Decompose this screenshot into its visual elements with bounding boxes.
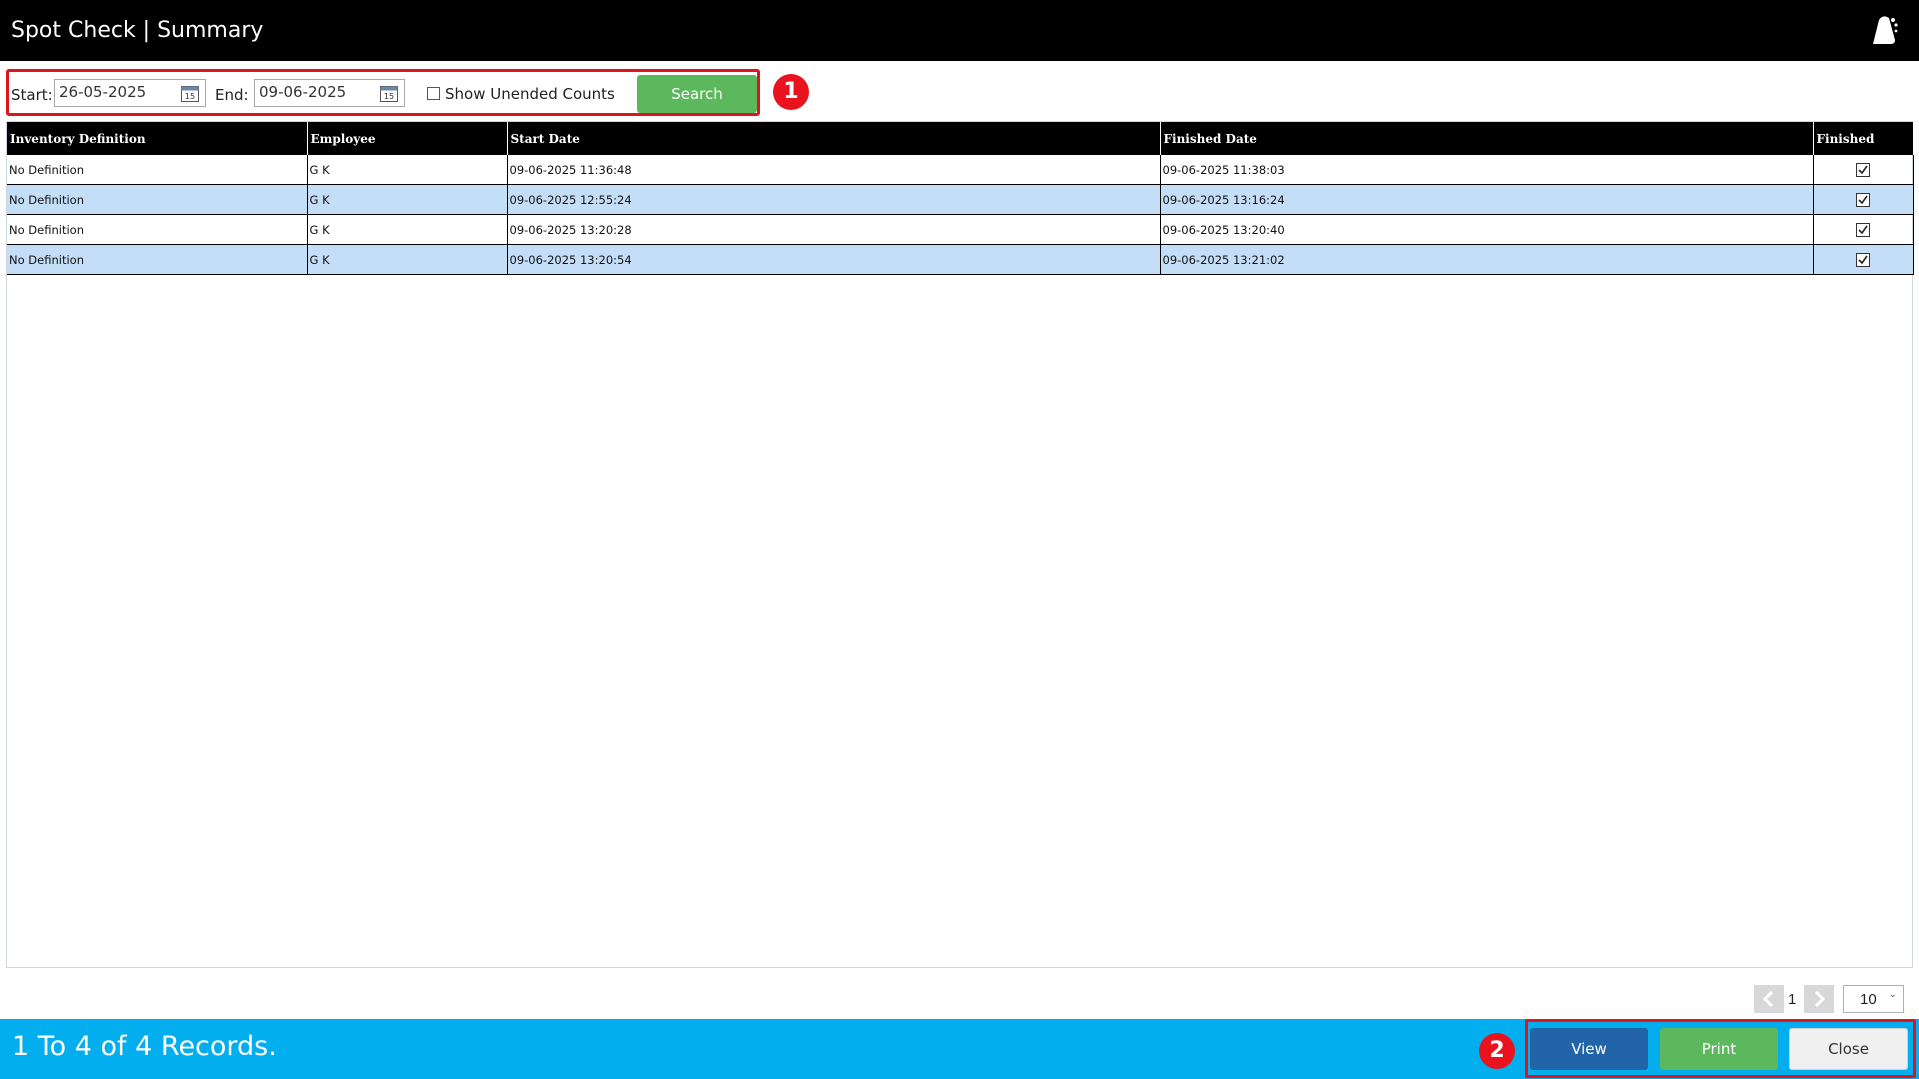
checkmark-icon	[1858, 225, 1868, 234]
cell-start-date: 09-06-2025 12:55:24	[507, 184, 1161, 215]
checkmark-icon	[1858, 165, 1868, 174]
finished-checkbox[interactable]	[1856, 252, 1870, 267]
cell-employee: G K	[307, 244, 508, 275]
previous-page-button[interactable]	[1754, 985, 1784, 1013]
finished-checkbox[interactable]	[1856, 222, 1870, 237]
cell-finished-date: 09-06-2025 13:20:40	[1160, 214, 1814, 245]
start-date-input[interactable]	[59, 83, 169, 101]
show-unended-checkbox[interactable]	[427, 87, 440, 100]
table-header-row: Inventory Definition Employee Start Date…	[7, 122, 1914, 155]
cell-employee: G K	[307, 155, 508, 185]
chevron-down-icon: ⌄	[1888, 989, 1897, 1000]
callout-badge-2: 2	[1479, 1033, 1515, 1069]
checkmark-icon	[1858, 255, 1868, 264]
column-header-employee[interactable]: Employee	[307, 122, 508, 155]
view-button[interactable]: View	[1530, 1028, 1648, 1070]
cell-start-date: 09-06-2025 13:20:28	[507, 214, 1161, 245]
cell-definition: No Definition	[7, 244, 308, 275]
cell-finished-date: 09-06-2025 13:16:24	[1160, 184, 1814, 215]
table-row[interactable]: No Definition G K 09-06-2025 13:20:28 09…	[7, 214, 1914, 245]
end-date-field[interactable]: 15	[254, 79, 405, 107]
search-button[interactable]: Search	[637, 75, 757, 113]
end-date-input[interactable]	[259, 83, 369, 101]
bell-logo-icon	[1873, 16, 1898, 44]
show-unended-label: Show Unended Counts	[445, 85, 615, 103]
calendar-icon[interactable]: 15	[380, 85, 398, 102]
start-label: Start:	[11, 86, 53, 104]
cell-finished	[1813, 244, 1914, 275]
column-header-finished-date[interactable]: Finished Date	[1160, 122, 1814, 155]
cell-employee: G K	[307, 184, 508, 215]
cell-definition: No Definition	[7, 214, 308, 245]
table-row[interactable]: No Definition G K 09-06-2025 13:20:54 09…	[7, 244, 1914, 275]
cell-definition: No Definition	[7, 155, 308, 185]
page-size-select[interactable]: 10 ⌄	[1843, 985, 1904, 1013]
table-row[interactable]: No Definition G K 09-06-2025 12:55:24 09…	[7, 184, 1914, 215]
finished-checkbox[interactable]	[1856, 162, 1870, 177]
finished-checkbox[interactable]	[1856, 192, 1870, 207]
callout-badge-1: 1	[773, 74, 809, 110]
column-header-start-date[interactable]: Start Date	[507, 122, 1161, 155]
chevron-right-icon	[1814, 990, 1826, 1008]
cell-start-date: 09-06-2025 13:20:54	[507, 244, 1161, 275]
column-header-finished[interactable]: Finished	[1813, 122, 1914, 155]
table-row[interactable]: No Definition G K 09-06-2025 11:36:48 09…	[7, 155, 1914, 185]
records-table: Inventory Definition Employee Start Date…	[7, 122, 1914, 275]
title-bar: Spot Check | Summary	[0, 0, 1919, 61]
current-page-number: 1	[1788, 991, 1797, 1008]
cell-start-date: 09-06-2025 11:36:48	[507, 155, 1161, 185]
calendar-icon[interactable]: 15	[181, 85, 199, 102]
svg-text:15: 15	[384, 92, 394, 101]
cell-finished	[1813, 214, 1914, 245]
next-page-button[interactable]	[1804, 985, 1834, 1013]
cell-definition: No Definition	[7, 184, 308, 215]
cell-finished	[1813, 184, 1914, 215]
cell-finished-date: 09-06-2025 11:38:03	[1160, 155, 1814, 185]
cell-finished-date: 09-06-2025 13:21:02	[1160, 244, 1814, 275]
cell-finished	[1813, 155, 1914, 185]
end-label: End:	[215, 86, 249, 104]
close-button[interactable]: Close	[1789, 1028, 1908, 1070]
page-size-value: 10	[1860, 991, 1877, 1008]
checkmark-icon	[1858, 195, 1868, 204]
column-header-inventory-definition[interactable]: Inventory Definition	[7, 122, 308, 155]
start-date-field[interactable]: 15	[54, 79, 206, 107]
print-button[interactable]: Print	[1660, 1028, 1778, 1070]
records-count-text: 1 To 4 of 4 Records.	[12, 1031, 277, 1062]
chevron-left-icon	[1762, 990, 1774, 1008]
window-title: Spot Check | Summary	[11, 18, 264, 43]
svg-text:15: 15	[185, 92, 195, 101]
records-grid: Inventory Definition Employee Start Date…	[6, 121, 1914, 968]
cell-employee: G K	[307, 214, 508, 245]
